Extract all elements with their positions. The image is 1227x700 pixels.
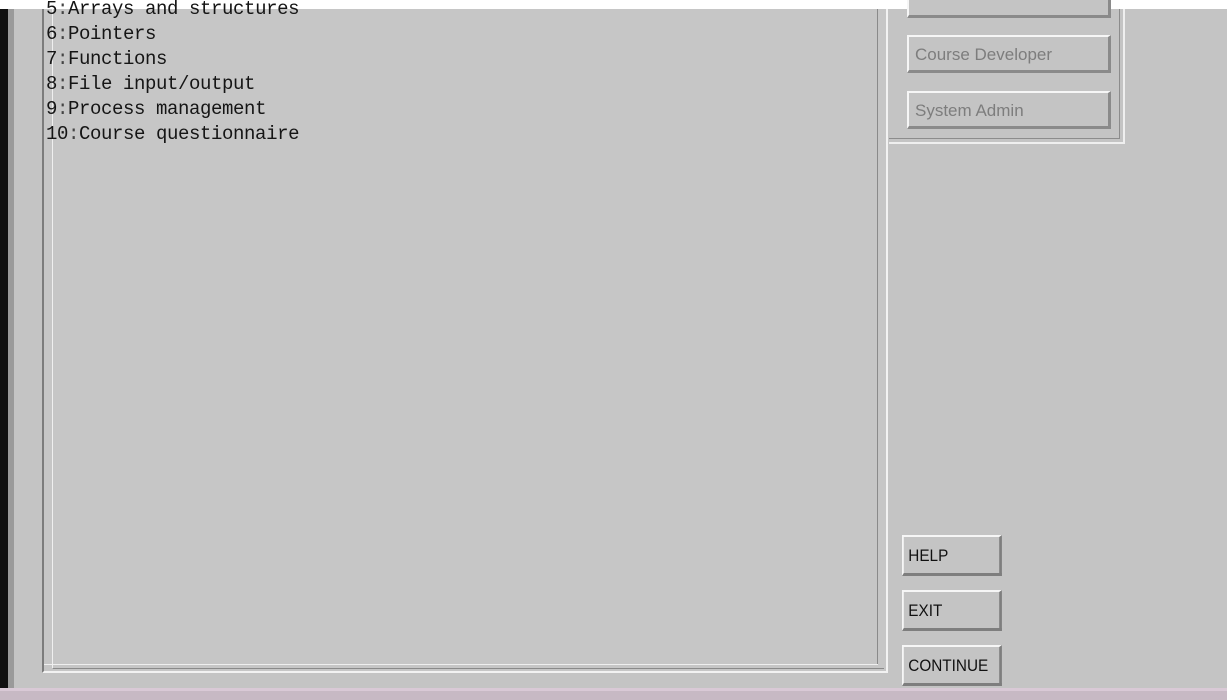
list-frame-bottom: [44, 664, 878, 665]
item-number: 5: [46, 0, 58, 20]
list-item[interactable]: 6:Pointers: [44, 22, 299, 47]
student-role-button[interactable]: [907, 0, 1111, 18]
item-number: 7: [46, 48, 58, 70]
item-separator: :: [57, 23, 69, 45]
item-number: 8: [46, 73, 58, 95]
list-item[interactable]: 8:File input/output: [44, 72, 299, 97]
item-separator: :: [57, 73, 69, 95]
list-frame-right: [877, 9, 878, 665]
item-label: File input/output: [68, 73, 256, 95]
help-button[interactable]: HELP: [902, 535, 1002, 576]
course-developer-button[interactable]: Course Developer: [907, 35, 1111, 73]
window-left-edge: [0, 9, 8, 700]
course-selection-window: 5:Arrays and structures 6:Pointers 7:Fun…: [14, 0, 1227, 688]
item-number: 10: [46, 123, 69, 145]
course-list[interactable]: 5:Arrays and structures 6:Pointers 7:Fun…: [44, 0, 299, 147]
list-item[interactable]: 9:Process management: [44, 97, 299, 122]
item-separator: :: [68, 123, 80, 145]
list-item[interactable]: 7:Functions: [44, 47, 299, 72]
system-admin-button[interactable]: System Admin: [907, 91, 1111, 129]
item-separator: :: [57, 48, 69, 70]
item-number: 6: [46, 23, 58, 45]
list-item[interactable]: 5:Arrays and structures: [44, 0, 299, 22]
course-list-panel: 5:Arrays and structures 6:Pointers 7:Fun…: [42, 0, 888, 673]
item-label: Arrays and structures: [68, 0, 300, 20]
item-number: 9: [46, 98, 58, 120]
item-label: Functions: [68, 48, 168, 70]
item-label: Pointers: [68, 23, 157, 45]
item-separator: :: [57, 0, 69, 20]
item-label: Course questionnaire: [79, 123, 300, 145]
continue-button[interactable]: CONTINUE: [902, 645, 1002, 686]
window-bottom-edge: [0, 688, 1227, 700]
item-separator: :: [57, 98, 69, 120]
list-item[interactable]: 10:Course questionnaire: [44, 122, 299, 147]
exit-button[interactable]: EXIT: [902, 590, 1002, 631]
item-label: Process management: [68, 98, 267, 120]
